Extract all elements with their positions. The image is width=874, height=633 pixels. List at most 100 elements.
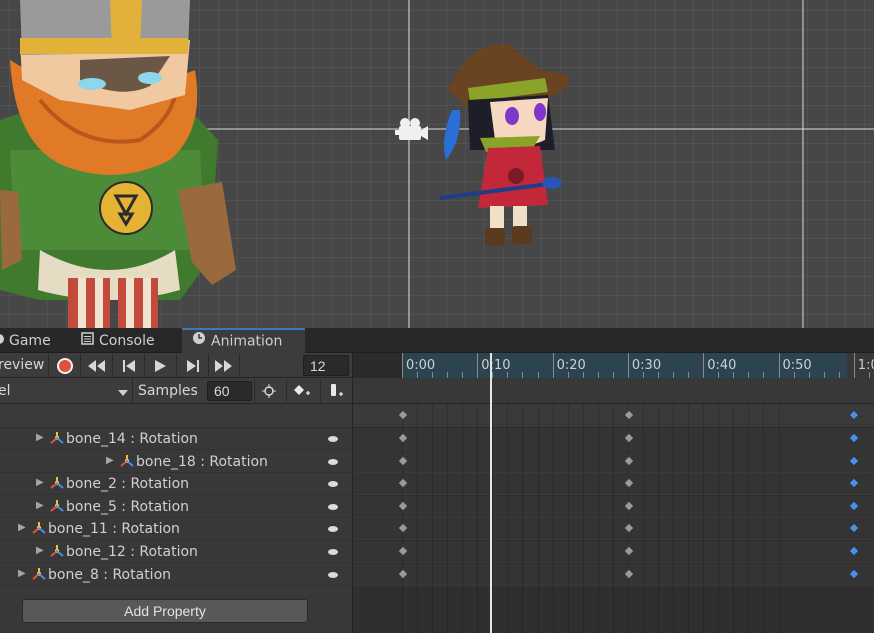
record-button[interactable] [48, 354, 80, 377]
frame-field[interactable] [303, 355, 349, 376]
samples-label: Samples [138, 383, 198, 399]
expand-arrow-icon[interactable]: ▶ [36, 432, 44, 443]
property-options-icon[interactable] [328, 503, 338, 510]
timeline-grid-line [522, 404, 524, 633]
add-event-button[interactable] [320, 379, 350, 402]
skip-end-icon [215, 359, 232, 372]
property-row[interactable]: ▶ bone_11 : Rotation [0, 518, 352, 541]
tab-console-label: Console [99, 333, 155, 349]
expand-arrow-icon[interactable]: ▶ [18, 568, 26, 579]
expand-arrow-icon[interactable]: ▶ [36, 500, 44, 511]
timeline-grid-line [582, 404, 584, 633]
property-label: bone_12 : Rotation [66, 544, 198, 560]
property-row[interactable]: ▶ bone_12 : Rotation [0, 541, 352, 563]
event-lane[interactable] [353, 378, 874, 404]
timeline-grid-line [597, 404, 599, 633]
expand-arrow-icon[interactable]: ▶ [18, 522, 26, 533]
timeline-grid-line [567, 404, 569, 633]
crosshair-icon [261, 383, 276, 398]
skip-start-icon [87, 359, 105, 372]
timeline-grid-line [507, 404, 509, 633]
expand-arrow-icon[interactable]: ▶ [106, 455, 114, 466]
property-options-icon[interactable] [328, 549, 338, 555]
ruler-tick-label: 0:10 [481, 358, 511, 373]
time-ruler[interactable]: 0:00 0:10 0:20 0:30 0:40 0:50 1:0 [353, 353, 874, 378]
ruler-major-tick [853, 353, 855, 378]
timeline-grid-line [417, 404, 419, 633]
dopesheet-timeline[interactable]: 0:00 0:10 0:20 0:30 0:40 0:50 1:0 [352, 353, 874, 633]
property-label: bone_18 : Rotation [136, 453, 268, 470]
add-keyframe-button[interactable] [286, 379, 316, 402]
scene-view[interactable] [0, 0, 874, 328]
property-row[interactable]: ▶ bone_14 : Rotation [0, 428, 352, 450]
property-row[interactable]: ▶ bone_5 : Rotation [0, 496, 352, 518]
property-options-icon[interactable] [328, 526, 338, 533]
property-label: bone_11 : Rotation [48, 521, 180, 538]
property-options-icon[interactable] [328, 458, 338, 465]
bone-icon [32, 567, 46, 585]
property-options-icon[interactable] [328, 571, 338, 578]
timeline-grid-line [733, 404, 735, 633]
bone-icon [32, 521, 46, 539]
animation-properties-panel: review el Samples [0, 353, 352, 633]
property-label: bone_2 : Rotation [66, 476, 190, 493]
property-row[interactable]: ▶ bone_2 : Rotation [0, 473, 352, 496]
timeline-grid-line [688, 404, 690, 633]
first-keyframe-button[interactable] [80, 354, 112, 377]
timeline-grid-line [642, 404, 644, 633]
expand-arrow-icon[interactable]: ▶ [36, 545, 44, 556]
ruler-major-tick [477, 353, 479, 378]
prev-keyframe-button[interactable] [112, 354, 144, 377]
add-keyframe-icon [293, 384, 310, 395]
tab-console[interactable]: Console [81, 328, 155, 353]
ruler-major-tick [402, 353, 403, 378]
bone-icon [50, 499, 64, 517]
property-options-icon[interactable] [328, 436, 338, 442]
property-row[interactable]: ▶ bone_18 : Rotation [0, 451, 352, 473]
timeline-grid-line [552, 404, 554, 633]
filter-by-selection-button[interactable] [254, 379, 282, 402]
ruler-major-tick [552, 353, 554, 378]
bone-icon [50, 544, 64, 562]
property-row[interactable]: ▶ bone_8 : Rotation [0, 564, 352, 586]
witch-sprite[interactable] [439, 44, 570, 246]
timeline-grid-line [673, 404, 675, 633]
timeline-grid-line [462, 404, 464, 633]
dropdown-arrow-icon[interactable] [118, 386, 128, 401]
console-icon [81, 328, 94, 354]
scene-sprites [0, 0, 570, 328]
preview-toggle[interactable]: review [0, 353, 44, 377]
samples-field[interactable] [207, 381, 252, 401]
playback-toolbar: review [0, 353, 352, 378]
expand-arrow-icon[interactable]: ▶ [36, 477, 44, 488]
window-tab-bar: Game Console Animation [0, 328, 874, 354]
camera-icon[interactable] [395, 118, 428, 140]
last-keyframe-button[interactable] [208, 354, 240, 377]
game-icon [0, 328, 4, 354]
ruler-tick-label: 0:20 [556, 358, 586, 373]
timeline-grid-line [778, 404, 780, 633]
tab-animation-label: Animation [211, 333, 283, 350]
ruler-major-tick [778, 353, 780, 378]
ruler-major-tick [627, 353, 629, 378]
viking-sprite[interactable] [0, 0, 236, 328]
add-property-button[interactable]: Add Property [22, 599, 308, 623]
property-options-icon[interactable] [328, 481, 338, 488]
tab-game-label: Game [9, 333, 51, 349]
tab-game[interactable]: Game [0, 328, 51, 353]
play-button[interactable] [144, 354, 176, 377]
next-keyframe-button[interactable] [176, 354, 208, 377]
bone-icon [50, 476, 64, 494]
timeline-grid-line [703, 404, 705, 633]
timeline-grid-line [432, 404, 434, 633]
timeline-grid-line [492, 404, 494, 633]
timeline-grid-line [537, 404, 539, 633]
playhead[interactable] [490, 353, 492, 633]
tab-animation[interactable]: Animation [182, 328, 305, 354]
ruler-major-tick [703, 353, 705, 378]
timeline-grid-line [477, 404, 479, 633]
clip-dropdown[interactable]: el [0, 379, 11, 403]
clock-icon [192, 330, 206, 353]
bone-icon [50, 431, 64, 449]
timeline-grid-line [447, 404, 449, 633]
